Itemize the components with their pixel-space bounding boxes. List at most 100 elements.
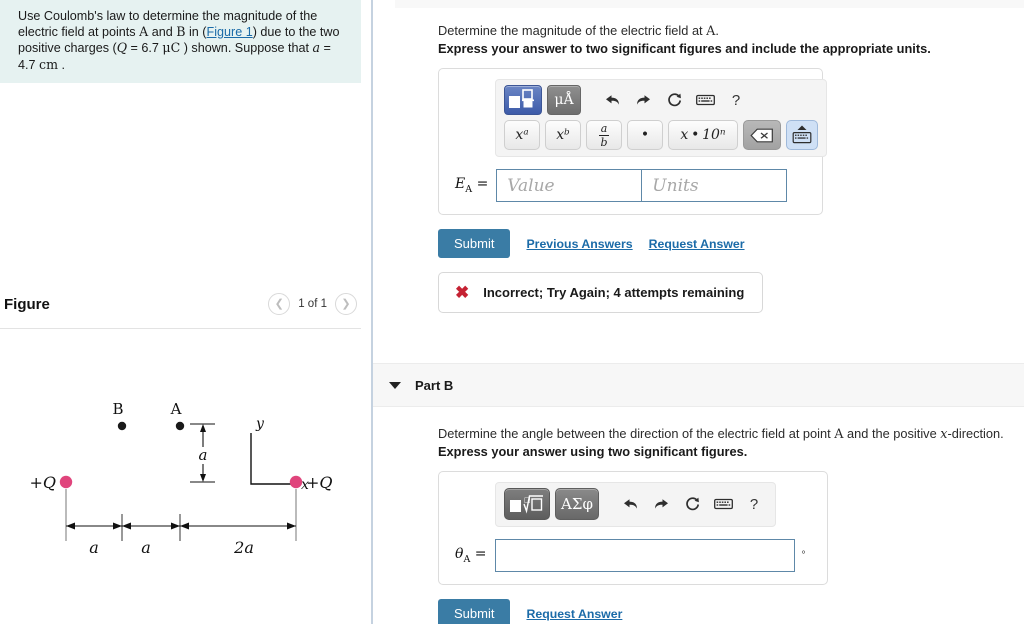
part-a-toolbar-row-1: μÅ ?	[504, 85, 818, 115]
axes-lines	[250, 433, 296, 485]
angle-input[interactable]	[494, 539, 795, 572]
part-b-answer-card: □ ΑΣφ ? θA = °	[438, 471, 828, 585]
keyboard-icon[interactable]	[710, 491, 736, 517]
reset-icon[interactable]	[679, 491, 705, 517]
chevron-left-icon[interactable]: ❮	[268, 293, 291, 315]
x-cross-icon: ✖	[455, 283, 470, 302]
charge-right-dot	[289, 475, 303, 489]
charge-left-dot	[59, 475, 73, 489]
point-b-dot	[117, 421, 127, 431]
question-text-part3: in (	[185, 25, 207, 40]
dim-label-3: 2a	[233, 538, 254, 557]
axis-label-y: y	[255, 416, 265, 432]
reset-icon[interactable]	[661, 87, 687, 113]
dim-arrow-down-head	[200, 474, 206, 482]
figure-counter: 1 of 1	[298, 298, 327, 310]
undo-icon[interactable]	[599, 87, 625, 113]
figure-1-link[interactable]: Figure 1	[207, 25, 253, 39]
figure-label-B: B	[112, 400, 123, 418]
sqrt-template-glyph: □	[510, 495, 543, 514]
template-glyph	[509, 89, 534, 108]
greek-symbols-button[interactable]: ΑΣφ	[555, 488, 599, 520]
caret-down-icon[interactable]	[389, 381, 401, 389]
units-input[interactable]	[642, 169, 788, 202]
part-a-field-symbol: E	[455, 176, 466, 193]
problem-page: Use Coulomb's law to determine the magni…	[0, 0, 1024, 624]
part-b-actions: Submit Request Answer	[438, 599, 1024, 624]
figure-navigation: ❮ 1 of 1 ❯	[268, 293, 357, 315]
charge-left-label: +Q	[29, 473, 56, 492]
feedback-message: Incorrect; Try Again; 4 attempts remaini…	[483, 285, 745, 300]
left-panel: Use Coulomb's law to determine the magni…	[0, 0, 373, 624]
math-template-icon[interactable]	[504, 85, 542, 115]
figure-divider	[0, 328, 361, 329]
part-a-actions: Submit Previous Answers Request Answer	[438, 229, 1024, 258]
question-text-part2: and	[148, 25, 177, 40]
help-button[interactable]: ?	[741, 491, 767, 517]
redo-icon[interactable]	[648, 491, 674, 517]
charge-unit: μC	[162, 40, 181, 56]
part-a-field-label: EA =	[455, 176, 488, 195]
dot-key[interactable]: •	[627, 120, 663, 150]
previous-answers-link[interactable]: Previous Answers	[526, 237, 632, 251]
keyboard-icon[interactable]	[692, 87, 718, 113]
dim-arrow-2-left	[122, 522, 131, 530]
request-answer-link-part-b[interactable]: Request Answer	[526, 607, 622, 621]
figure-label-vertical-a: a	[199, 446, 208, 464]
dim-arrow-1-left	[66, 522, 75, 530]
help-button[interactable]: ?	[723, 87, 749, 113]
part-b-field-label: θA =	[455, 546, 487, 565]
submit-button-part-a[interactable]: Submit	[438, 229, 511, 258]
request-answer-link-part-a[interactable]: Request Answer	[649, 237, 745, 251]
right-panel: Determine the magnitude of the electric …	[373, 0, 1024, 624]
chevron-right-icon[interactable]: ❯	[335, 293, 357, 315]
question-statement: Use Coulomb's law to determine the magni…	[0, 0, 361, 83]
part-b-equals: =	[474, 546, 487, 563]
figure-diagram: B A a y x +Q +Q a a 2a	[0, 336, 365, 586]
question-text-part5: ) shown. Suppose that	[180, 41, 313, 56]
part-b-prompt-mid: and the positive	[843, 426, 941, 441]
distance-symbol: a	[312, 40, 321, 56]
figure-title: Figure	[4, 295, 50, 313]
part-b-prompt-end: -direction.	[947, 426, 1004, 441]
undo-icon[interactable]	[617, 491, 643, 517]
point-a-symbol: A	[139, 24, 149, 40]
part-b-toolbar-row-1: □ ΑΣφ ?	[504, 488, 767, 520]
part-a-field-subscript: A	[465, 183, 473, 195]
part-a-field-row: EA =	[451, 169, 810, 202]
units-button[interactable]: μÅ	[547, 85, 581, 115]
part-a-answer-card: μÅ ? xᵃ xᵇ a b • x • 10ⁿ EA = Value Unit…	[438, 68, 827, 215]
part-a-instruction: Express your answer to two significant f…	[438, 41, 931, 56]
dim-arrow-3-left	[180, 522, 189, 530]
part-b-field-row: θA = °	[451, 539, 815, 572]
question-text-end: .	[58, 57, 66, 72]
part-a-toolbar-row-2: xᵃ xᵇ ab • x • 10ⁿ	[504, 120, 818, 150]
part-b-header[interactable]: Part B	[373, 363, 1024, 407]
redo-icon[interactable]	[630, 87, 656, 113]
panel-top-strip	[395, 0, 1024, 8]
subscript-key[interactable]: xᵇ	[545, 120, 581, 150]
superscript-key[interactable]: xᵃ	[504, 120, 540, 150]
charge-right-label: +Q	[306, 473, 333, 492]
sqrt-template-icon[interactable]: □	[504, 488, 550, 520]
figure-label-A: A	[170, 400, 182, 418]
part-a-prompt-text: Determine the magnitude of the electric …	[438, 23, 707, 38]
part-a-prompt-period: .	[715, 23, 719, 38]
value-input[interactable]	[496, 169, 643, 202]
backspace-icon[interactable]	[743, 120, 781, 150]
keyboard-up-icon[interactable]	[786, 120, 818, 150]
part-b-instruction: Express your answer using two significan…	[438, 444, 748, 459]
scientific-notation-key[interactable]: x • 10ⁿ	[668, 120, 738, 150]
part-b-prompt-text: Determine the angle between the directio…	[438, 426, 835, 441]
figure-svg: B A a y x +Q +Q a a 2a	[29, 400, 333, 557]
point-b-symbol: B	[176, 24, 186, 40]
charge-symbol: Q	[116, 40, 128, 56]
fraction-key[interactable]: ab	[586, 120, 622, 150]
dim-arrow-1-right	[113, 522, 122, 530]
fraction-denominator: b	[600, 135, 608, 149]
submit-button-part-b[interactable]: Submit	[438, 599, 511, 624]
dim-label-1: a	[89, 538, 99, 557]
part-a-feedback-wrap: ✖ Incorrect; Try Again; 4 attempts remai…	[438, 272, 1024, 313]
dim-label-2: a	[141, 538, 151, 557]
distance-unit: cm	[39, 56, 59, 72]
